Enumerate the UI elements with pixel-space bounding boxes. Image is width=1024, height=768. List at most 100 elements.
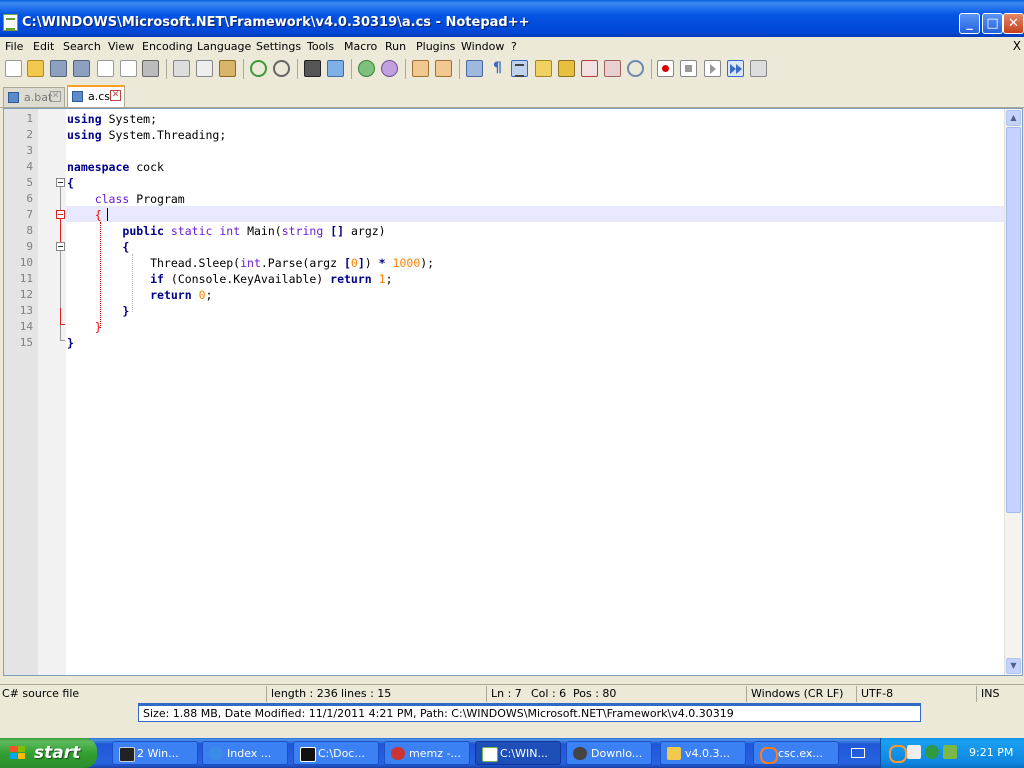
run-macro-multiple-icon[interactable] bbox=[727, 60, 744, 77]
hfs-icon[interactable] bbox=[907, 745, 921, 759]
title-bar[interactable]: C:\WINDOWS\Microsoft.NET\Framework\v4.0.… bbox=[0, 0, 1024, 37]
line-number: 12 bbox=[19, 288, 33, 301]
replace-icon[interactable] bbox=[327, 60, 344, 77]
fold-toggle-icon[interactable] bbox=[56, 178, 65, 187]
close-all-icon[interactable] bbox=[120, 60, 137, 77]
clock[interactable]: 9:21 PM bbox=[969, 746, 1013, 759]
status-insert-mode[interactable]: INS bbox=[981, 687, 999, 700]
menu-view[interactable]: View bbox=[108, 40, 134, 53]
save-icon[interactable] bbox=[50, 60, 67, 77]
close-button[interactable]: ✕ bbox=[1003, 13, 1024, 34]
taskbar-item-cmd[interactable]: 2 Win... bbox=[112, 741, 198, 765]
indent-guide-icon[interactable] bbox=[511, 60, 528, 77]
toolbar: ¶ bbox=[0, 56, 1024, 82]
status-filetype: C# source file bbox=[2, 687, 80, 700]
scroll-down-icon[interactable]: ▼ bbox=[1006, 658, 1021, 674]
maximize-button[interactable]: □ bbox=[982, 13, 1003, 34]
monitor-icon[interactable] bbox=[627, 60, 644, 77]
show-all-chars-icon[interactable]: ¶ bbox=[489, 60, 506, 77]
open-file-icon[interactable] bbox=[27, 60, 44, 77]
line-number: 5 bbox=[26, 176, 33, 189]
taskbar-item-label: csc.ex... bbox=[778, 747, 823, 760]
copy-icon[interactable] bbox=[196, 60, 213, 77]
print-icon[interactable] bbox=[142, 60, 159, 77]
fold-line bbox=[60, 251, 61, 308]
tab-close-icon[interactable]: ✕ bbox=[50, 91, 61, 102]
tab-close-icon[interactable]: ✕ bbox=[110, 90, 121, 101]
menu-run[interactable]: Run bbox=[385, 40, 406, 53]
taskbar-item-memz[interactable]: memz -... bbox=[384, 741, 470, 765]
keyboard-language-icon[interactable] bbox=[851, 748, 865, 758]
taskbar-item-ie[interactable]: Index ... bbox=[202, 741, 288, 765]
fold-toggle-icon[interactable] bbox=[56, 242, 65, 251]
code-token: { bbox=[122, 240, 130, 254]
taskbar-item-download[interactable]: Downlo... bbox=[566, 741, 652, 765]
status-encoding[interactable]: UTF-8 bbox=[861, 687, 893, 700]
menu-search[interactable]: Search bbox=[63, 40, 101, 53]
menu-plugins[interactable]: Plugins bbox=[416, 40, 455, 53]
sync-vertical-icon[interactable] bbox=[412, 60, 429, 77]
sync-tray-icon[interactable] bbox=[943, 745, 957, 759]
taskbar-item-7zip[interactable]: C:\Doc... bbox=[293, 741, 379, 765]
vertical-scrollbar[interactable]: ▲ ▼ bbox=[1004, 109, 1022, 675]
notepadpp-app-icon[interactable] bbox=[3, 14, 18, 31]
undo-icon[interactable] bbox=[250, 60, 267, 77]
line-number: 15 bbox=[19, 336, 33, 349]
line-number: 14 bbox=[19, 320, 33, 333]
code-line: public static int Main(string [] argz) bbox=[67, 224, 385, 238]
zoom-out-icon[interactable] bbox=[381, 60, 398, 77]
cut-icon[interactable] bbox=[173, 60, 190, 77]
word-wrap-icon[interactable] bbox=[466, 60, 483, 77]
taskbar-item-folder[interactable]: v4.0.3... bbox=[660, 741, 746, 765]
search-tray-icon[interactable] bbox=[889, 745, 907, 763]
toolbar-separator bbox=[405, 59, 406, 79]
code-line: { bbox=[67, 240, 129, 254]
play-macro-icon[interactable] bbox=[704, 60, 721, 77]
network-icon[interactable] bbox=[925, 745, 939, 759]
minimize-button[interactable]: _ bbox=[959, 13, 980, 34]
memz-icon bbox=[391, 747, 405, 760]
redo-icon[interactable] bbox=[273, 60, 290, 77]
menu-encoding[interactable]: Encoding bbox=[142, 40, 193, 53]
zoom-in-icon[interactable] bbox=[358, 60, 375, 77]
code-editor[interactable]: using System; using System.Threading; name… bbox=[3, 108, 1023, 676]
taskbar-item-label: memz -... bbox=[409, 747, 461, 760]
paste-icon[interactable] bbox=[219, 60, 236, 77]
menu-file[interactable]: File bbox=[5, 40, 23, 53]
tab-a-bat[interactable]: a.bat ✕ bbox=[3, 87, 65, 107]
menu-window[interactable]: Window bbox=[461, 40, 504, 53]
menu-tools[interactable]: Tools bbox=[307, 40, 334, 53]
taskbar-item-label: C:\Doc... bbox=[318, 747, 365, 760]
scroll-thumb[interactable] bbox=[1006, 127, 1021, 513]
user-lang-icon[interactable] bbox=[535, 60, 552, 77]
menu-settings[interactable]: Settings bbox=[256, 40, 301, 53]
doc-map-icon[interactable] bbox=[558, 60, 575, 77]
function-list-icon[interactable] bbox=[581, 60, 598, 77]
menu-edit[interactable]: Edit bbox=[33, 40, 54, 53]
scroll-up-icon[interactable]: ▲ bbox=[1006, 110, 1021, 126]
status-eol[interactable]: Windows (CR LF) bbox=[751, 687, 843, 700]
new-file-icon[interactable] bbox=[5, 60, 22, 77]
fold-margin[interactable] bbox=[38, 109, 66, 675]
tab-a-cs[interactable]: a.cs ✕ bbox=[67, 85, 125, 107]
code-token: using bbox=[67, 112, 102, 126]
close-icon[interactable] bbox=[97, 60, 114, 77]
taskbar-item-search[interactable]: csc.ex... bbox=[753, 741, 839, 765]
stop-macro-icon[interactable] bbox=[680, 60, 697, 77]
menu-macro[interactable]: Macro bbox=[344, 40, 377, 53]
taskbar-item-notepadpp[interactable]: C:\WIN... bbox=[475, 741, 561, 765]
folder-workspace-icon[interactable] bbox=[604, 60, 621, 77]
close-document-icon[interactable]: X bbox=[1013, 39, 1021, 53]
find-icon[interactable] bbox=[304, 60, 321, 77]
code-token: [] bbox=[330, 224, 345, 238]
menu-help[interactable]: ? bbox=[511, 40, 517, 53]
start-button[interactable]: start bbox=[0, 738, 97, 768]
record-macro-icon[interactable] bbox=[657, 60, 674, 77]
save-macro-icon[interactable] bbox=[750, 60, 767, 77]
status-separator bbox=[856, 686, 857, 702]
fold-toggle-icon[interactable] bbox=[56, 210, 65, 219]
save-all-icon[interactable] bbox=[73, 60, 90, 77]
sync-horizontal-icon[interactable] bbox=[435, 60, 452, 77]
menu-language[interactable]: Language bbox=[197, 40, 251, 53]
